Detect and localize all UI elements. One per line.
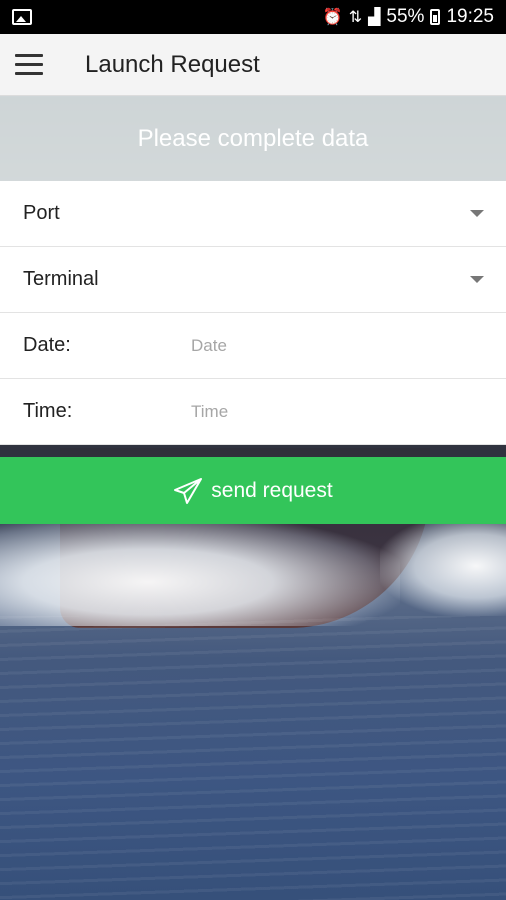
date-row: Date:: [0, 313, 506, 379]
send-request-button[interactable]: send request: [0, 457, 506, 524]
time-label: Time:: [23, 400, 73, 422]
launch-request-form: Port Terminal Date: Time:: [0, 181, 506, 445]
data-icon: ⇅: [348, 9, 363, 26]
clock: 19:25: [446, 6, 494, 27]
paper-plane-icon: [174, 477, 203, 504]
water-spray-right: [380, 516, 506, 616]
app-bar: Launch Request: [0, 34, 506, 96]
hamburger-menu-icon[interactable]: [0, 34, 58, 96]
dropdown-arrow-icon: [470, 210, 484, 217]
terminal-label: Terminal: [23, 268, 99, 290]
date-input[interactable]: [191, 335, 451, 356]
signal-icon: ▟: [368, 9, 381, 26]
dropdown-arrow-icon: [470, 276, 484, 283]
image-icon: [12, 9, 32, 25]
date-label: Date:: [23, 334, 71, 356]
page-title: Launch Request: [85, 50, 260, 78]
terminal-select[interactable]: Terminal: [0, 247, 506, 313]
time-input[interactable]: [191, 401, 451, 422]
send-request-label: send request: [211, 478, 333, 502]
battery-percent: 55%: [386, 6, 425, 27]
battery-icon: [430, 9, 441, 25]
water-ripples: [0, 616, 506, 900]
port-select[interactable]: Port: [0, 181, 506, 247]
time-row: Time:: [0, 379, 506, 445]
alarm-icon: ⏰: [322, 9, 343, 26]
port-label: Port: [23, 202, 60, 224]
water-spray: [0, 516, 400, 626]
status-bar: ⏰ ⇅ ▟ 55% 19:25: [0, 0, 506, 34]
instruction-banner: Please complete data: [0, 97, 506, 181]
